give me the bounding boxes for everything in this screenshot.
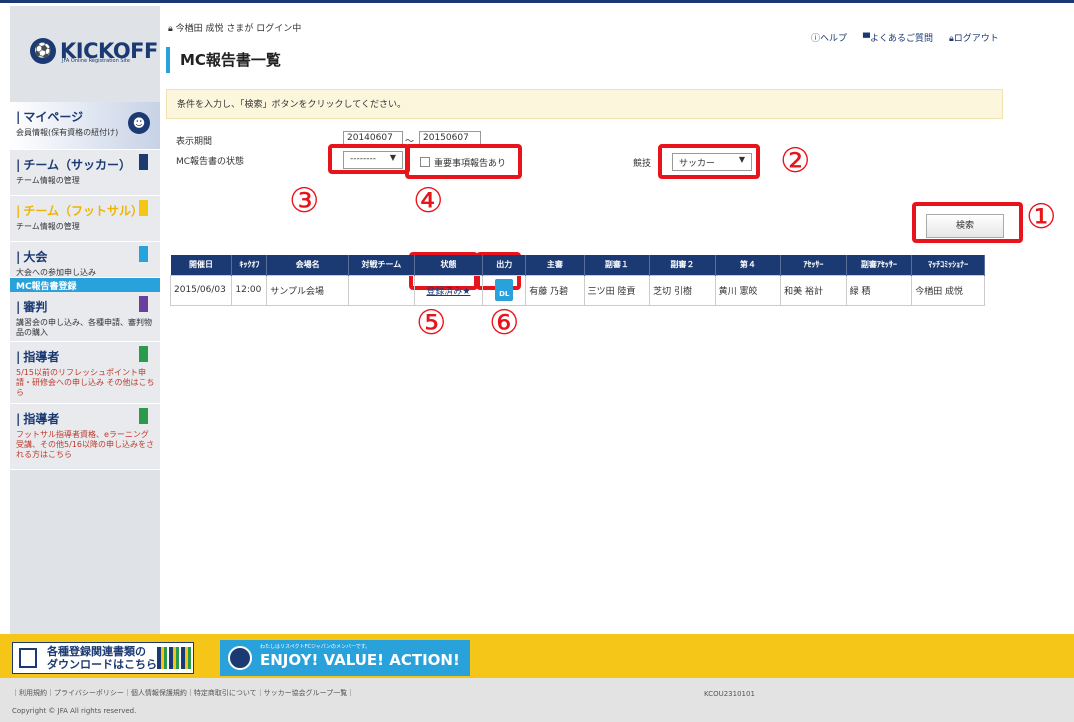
cell-ar1: 三ツ田 陸貢 bbox=[583, 274, 651, 306]
annotation-1: ① bbox=[1026, 197, 1057, 237]
cell-ar2: 芝切 引樹 bbox=[649, 274, 716, 306]
sidebar-item-label: チーム（フットサル） bbox=[16, 202, 156, 219]
login-status: 🔒︎ 今楢田 成悦 さまが ログイン中 bbox=[168, 24, 302, 34]
column-header: 第４ bbox=[715, 255, 782, 275]
status-link[interactable]: 登録済み★ bbox=[426, 287, 470, 297]
column-header: 副審ｱｾｯｻｰ bbox=[846, 255, 913, 275]
sidebar-subitem-mc-report[interactable]: MC報告書登録 bbox=[10, 278, 160, 292]
footer-links[interactable]: ｜利用規約｜プライバシーポリシー｜個人情報保護規約｜特定商取引について｜サッカー… bbox=[12, 688, 354, 698]
highlight-box-2 bbox=[658, 144, 760, 179]
cell-fourth: 黄川 憲皎 bbox=[714, 274, 782, 306]
column-header: 会場名 bbox=[266, 255, 350, 275]
annotation-3: ③ bbox=[289, 181, 320, 221]
faq-link[interactable]: ▀よくあるご質問 bbox=[863, 31, 933, 44]
page-title: MC報告書一覧 bbox=[166, 47, 281, 73]
column-header: 状態 bbox=[414, 255, 484, 275]
results-table: 開催日 ｷｯｸｵﾌ 会場名 対戦チーム 状態 出力 主審 副審１ 副審２ 第４ … bbox=[169, 255, 985, 306]
sidebar-item-label: 指導者 bbox=[16, 348, 156, 365]
download-icon[interactable]: DL bbox=[495, 279, 514, 301]
notice-message: 条件を入力し、「検索」ボタンをクリックしてください。 bbox=[166, 89, 1003, 119]
enjoy-value-action-banner[interactable]: わたしはリスペクトFCジャパンのメンバーです。 ENJOY! VALUE! AC… bbox=[220, 640, 470, 676]
flag-icon bbox=[139, 408, 148, 428]
help-link[interactable]: ⓘヘルプ bbox=[811, 31, 847, 44]
column-header: ﾏｯﾁｺﾐｯｼｮﾅｰ bbox=[911, 255, 985, 275]
cell-kickoff: 12:00 bbox=[231, 274, 268, 306]
sidebar-item-coach-futsal[interactable]: 指導者 フットサル指導者資格、eラーニング受講、その他5/16以降の申し込みをさ… bbox=[10, 404, 160, 470]
cell-opponent bbox=[348, 274, 415, 306]
page-code: KCOU2310101 bbox=[704, 690, 755, 698]
user-icon: ☻ bbox=[128, 112, 150, 134]
annotation-2: ② bbox=[780, 141, 811, 181]
column-header: 対戦チーム bbox=[348, 255, 415, 275]
sidebar-item-coach[interactable]: 指導者 5/15以前のリフレッシュポイント申請・研修会への申し込み その他はこち… bbox=[10, 342, 160, 404]
table-header-row: 開催日 ｷｯｸｵﾌ 会場名 対戦チーム 状態 出力 主審 副審１ 副審２ 第４ … bbox=[170, 255, 985, 275]
cell-date: 2015/06/03 bbox=[169, 274, 233, 306]
document-icon bbox=[19, 648, 37, 668]
sidebar-item-label: 指導者 bbox=[16, 410, 156, 427]
logout-link[interactable]: 🔒︎ログアウト bbox=[949, 31, 999, 44]
footer bbox=[0, 678, 1074, 722]
sidebar-item-desc: フットサル指導者資格、eラーニング受講、その他5/16以降の申し込みをされる方は… bbox=[16, 430, 154, 459]
flag-icon bbox=[139, 296, 148, 316]
cell-ar-assessor: 緑 積 bbox=[845, 274, 913, 306]
status-label: MC報告書の状態 bbox=[176, 157, 245, 167]
flag-icon bbox=[139, 246, 148, 266]
binder-icon bbox=[157, 647, 191, 669]
sidebar-item-desc: 大会への参加申し込み bbox=[16, 268, 96, 277]
column-header: 開催日 bbox=[170, 255, 233, 275]
period-label: 表示期間 bbox=[176, 137, 213, 147]
sidebar-item-tournament[interactable]: 大会 大会への参加申し込み bbox=[10, 242, 160, 278]
sidebar-item-desc: 講習会の申し込み、各種申請、審判物品の購入 bbox=[16, 318, 152, 337]
flag-icon bbox=[139, 154, 148, 174]
soccer-ball-icon: ⚽ bbox=[30, 38, 56, 64]
highlight-box-1 bbox=[912, 202, 1023, 243]
sidebar-item-team-futsal[interactable]: チーム（フットサル） チーム情報の管理 bbox=[10, 196, 160, 242]
flag-icon bbox=[139, 200, 148, 220]
logo-subtitle: JFA Online Registration Site bbox=[62, 58, 130, 64]
sidebar-item-mypage[interactable]: マイページ 会員情報(保有資格の紐付け) ☻ bbox=[10, 102, 160, 150]
cell-commissioner: 今楢田 成悦 bbox=[911, 274, 985, 306]
highlight-box-4 bbox=[405, 144, 522, 179]
flag-icon bbox=[139, 346, 148, 366]
sidebar-item-desc: チーム情報の管理 bbox=[16, 222, 80, 231]
annotation-4: ④ bbox=[413, 181, 444, 221]
column-header: 副審１ bbox=[584, 255, 651, 275]
annotation-6: ⑥ bbox=[489, 303, 520, 343]
cell-venue: サンプル会場 bbox=[266, 274, 350, 306]
highlight-box-3 bbox=[328, 144, 410, 174]
column-header: ｱｾｯｻｰ bbox=[780, 255, 847, 275]
cell-status: 登録済み★ bbox=[413, 274, 484, 306]
download-documents-button[interactable]: 各種登録関連書類の ダウンロードはこちら bbox=[12, 642, 194, 674]
lock-icon: 🔒︎ bbox=[168, 24, 173, 34]
sidebar-nav: マイページ 会員情報(保有資格の紐付け) ☻ チーム（サッカー） チーム情報の管… bbox=[10, 102, 160, 470]
sidebar-item-desc: チーム情報の管理 bbox=[16, 176, 80, 185]
cell-assessor: 和美 裕計 bbox=[780, 274, 847, 306]
sidebar-item-label: 大会 bbox=[16, 248, 156, 265]
column-header: 主審 bbox=[525, 255, 585, 275]
annotation-5: ⑤ bbox=[416, 303, 447, 343]
sidebar-item-referee[interactable]: 審判 講習会の申し込み、各種申請、審判物品の購入 bbox=[10, 292, 160, 342]
sport-label: 競技 bbox=[633, 159, 652, 169]
sidebar-item-team-soccer[interactable]: チーム（サッカー） チーム情報の管理 bbox=[10, 150, 160, 196]
column-header: 副審２ bbox=[649, 255, 716, 275]
sidebar-item-desc: 5/15以前のリフレッシュポイント申請・研修会への申し込み その他はこちら bbox=[16, 368, 155, 397]
column-header: 出力 bbox=[482, 255, 527, 275]
copyright: Copyright © JFA All rights reserved. bbox=[12, 707, 137, 715]
respect-badge-icon bbox=[228, 646, 252, 670]
cell-referee: 有藤 乃碧 bbox=[525, 274, 585, 306]
sidebar-item-label: 審判 bbox=[16, 298, 156, 315]
column-header: ｷｯｸｵﾌ bbox=[231, 255, 268, 275]
header-links: ⓘヘルプ ▀よくあるご質問 🔒︎ログアウト bbox=[811, 31, 999, 44]
sidebar-item-label: チーム（サッカー） bbox=[16, 156, 156, 173]
cell-output: DL bbox=[482, 274, 527, 306]
table-row: 2015/06/03 12:00 サンプル会場 登録済み★ DL 有藤 乃碧 三… bbox=[169, 274, 985, 306]
top-border bbox=[0, 0, 1074, 6]
